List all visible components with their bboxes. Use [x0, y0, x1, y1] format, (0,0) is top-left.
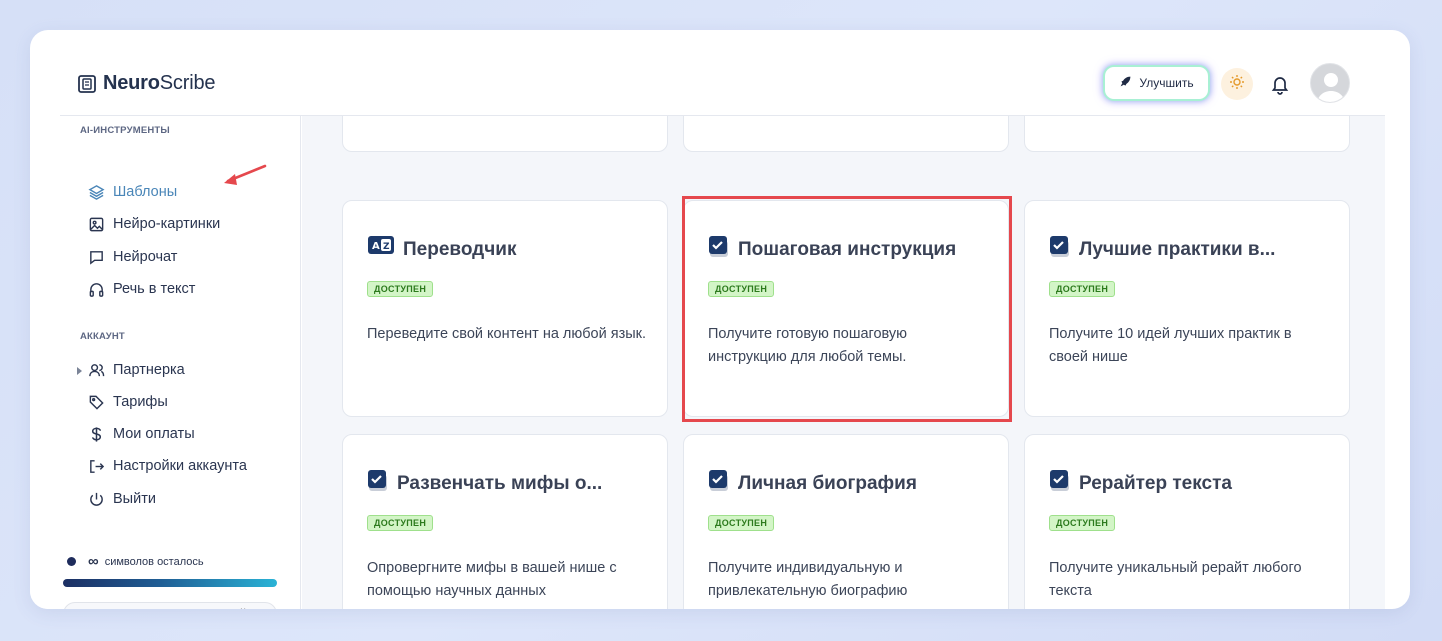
annotation-arrow-icon	[220, 160, 268, 195]
card-description: Получите 10 идей лучших практик в своей …	[1049, 326, 1292, 365]
credits-infinity: ∞	[88, 553, 99, 570]
tag-icon	[88, 394, 105, 411]
template-card-partial[interactable]	[683, 116, 1009, 152]
users-icon	[88, 362, 105, 379]
status-badge: ДОСТУПЕН	[1049, 515, 1116, 531]
power-icon	[88, 491, 105, 508]
close-icon[interactable]: ×	[240, 606, 246, 609]
status-badge: ДОСТУПЕН	[367, 281, 434, 297]
app-window: NeuroScribe Улучшить AI-ИНСТРУМЕНТЫ Шабл…	[30, 30, 1410, 609]
sidebar-item-logout[interactable]: Выйти	[88, 489, 156, 509]
section-label-ai-tools: AI-ИНСТРУМЕНТЫ	[80, 125, 170, 136]
rocket-icon	[1119, 75, 1132, 91]
upgrade-button[interactable]: Улучшить	[1105, 67, 1208, 99]
sidebar-item-neuro-images[interactable]: Нейро-картинки	[88, 214, 220, 234]
upgrade-label: Улучшить	[1139, 76, 1194, 90]
notifications-bell-icon[interactable]	[1269, 73, 1291, 95]
brand-name: NeuroScribe	[103, 72, 216, 94]
check-icon	[367, 469, 389, 499]
sidebar-item-payments[interactable]: Мои оплаты	[88, 424, 195, 444]
card-title: Развенчать мифы о...	[397, 473, 603, 494]
bottom-pill-field[interactable]: ×	[63, 602, 277, 609]
templates-grid: AZ Переводчик ДОСТУПЕН Переведите свой к…	[302, 116, 1385, 609]
status-badge: ДОСТУПЕН	[1049, 281, 1116, 297]
sidebar-item-speech-to-text[interactable]: Речь в текст	[88, 279, 195, 299]
template-card-partial[interactable]	[1024, 116, 1350, 152]
layers-icon	[88, 184, 105, 201]
dollar-icon	[88, 426, 105, 443]
theme-toggle-button[interactable]	[1221, 68, 1253, 100]
credits-remaining: ∞ символов осталось	[67, 553, 204, 570]
top-header: NeuroScribe Улучшить	[30, 30, 1410, 116]
highlight-box	[682, 196, 1012, 422]
credits-progress-bar	[63, 579, 277, 587]
template-card-partial[interactable]	[342, 116, 668, 152]
check-icon	[708, 469, 730, 499]
svg-text:Z: Z	[383, 242, 390, 252]
user-avatar[interactable]	[1310, 63, 1350, 103]
headphones-icon	[88, 281, 105, 298]
login-icon	[88, 458, 105, 475]
card-description: Опровергните мифы в вашей нише с помощью…	[367, 560, 617, 599]
credits-text: символов осталось	[104, 555, 204, 568]
svg-text:A: A	[372, 241, 380, 252]
chat-icon	[88, 249, 105, 266]
template-card-translator[interactable]: AZ Переводчик ДОСТУПЕН Переведите свой к…	[342, 200, 668, 417]
logo-icon	[77, 74, 97, 94]
credits-dot-icon	[67, 557, 76, 566]
card-title: Переводчик	[403, 239, 517, 260]
brand-logo[interactable]: NeuroScribe	[77, 72, 215, 95]
check-icon	[1049, 469, 1071, 499]
card-title: Личная биография	[738, 473, 917, 494]
check-icon	[1049, 235, 1071, 265]
card-title: Рерайтер текста	[1079, 473, 1232, 494]
sun-icon	[1229, 74, 1245, 95]
card-description: Переведите свой контент на любой язык.	[367, 326, 647, 342]
template-card-text-rewriter[interactable]: Рерайтер текста ДОСТУПЕН Получите уникал…	[1024, 434, 1350, 609]
sidebar-item-account-settings[interactable]: Настройки аккаунта	[88, 456, 247, 476]
status-badge: ДОСТУПЕН	[367, 515, 434, 531]
sidebar-item-tariffs[interactable]: Тарифы	[88, 392, 168, 412]
sidebar-item-templates[interactable]: Шаблоны	[88, 182, 177, 202]
template-card-best-practices[interactable]: Лучшие практики в... ДОСТУПЕН Получите 1…	[1024, 200, 1350, 417]
template-card-debunk-myths[interactable]: Развенчать мифы о... ДОСТУПЕН Опровергни…	[342, 434, 668, 609]
template-card-personal-bio[interactable]: Личная биография ДОСТУПЕН Получите индив…	[683, 434, 1009, 609]
section-label-account: АККАУНТ	[80, 331, 125, 342]
expand-caret-icon[interactable]	[77, 367, 82, 375]
sidebar-item-partner[interactable]: Партнерка	[88, 360, 185, 380]
card-description: Получите индивидуальную и привлекательну…	[708, 560, 908, 599]
translate-icon: AZ	[367, 235, 395, 265]
image-icon	[88, 216, 105, 233]
status-badge: ДОСТУПЕН	[708, 515, 775, 531]
card-description: Получите уникальный рерайт любого текста	[1049, 560, 1302, 599]
card-title: Лучшие практики в...	[1079, 239, 1276, 260]
sidebar-item-neurochat[interactable]: Нейрочат	[88, 247, 177, 267]
